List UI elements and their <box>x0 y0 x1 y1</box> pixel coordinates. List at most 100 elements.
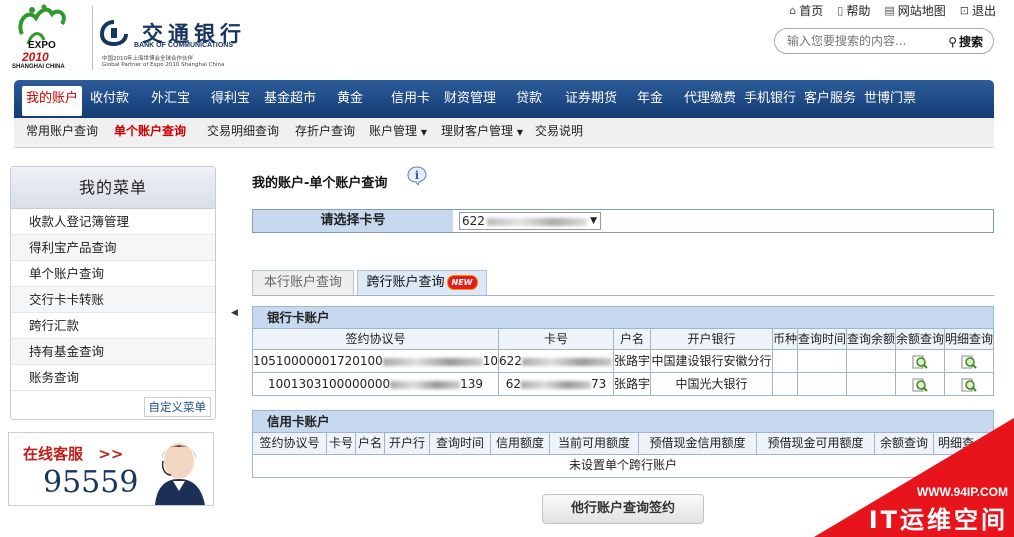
card-select-label: 请选择卡号 <box>253 210 453 232</box>
expo-logo: EXPO 2010 SHANGHAI CHINA <box>8 4 86 74</box>
table-row-2-detail-query <box>945 373 993 396</box>
chevron-down-icon: ▼ <box>516 128 523 137</box>
nav-item-forex[interactable]: 外汇宝 <box>151 80 190 118</box>
table-row-1-currency <box>773 350 798 373</box>
col-card-no: 卡号 <box>499 329 614 350</box>
nav-item-bill-pay[interactable]: 代理缴费 <box>684 80 736 118</box>
agreement-suffix: 1006 <box>482 354 499 368</box>
table-row-1-card: 622 <box>499 350 614 373</box>
nav-item-loans[interactable]: 贷款 <box>516 80 542 118</box>
nav-item-annuity[interactable]: 年金 <box>637 80 663 118</box>
expo-year: 2010 <box>22 50 49 64</box>
subnav-account-management-label: 账户管理 <box>369 124 418 138</box>
magnifier-icon[interactable] <box>912 377 928 393</box>
sitemap-link[interactable]: ▤ 网站地图 <box>884 2 945 19</box>
col-query-balance: 查询余额 <box>847 329 896 350</box>
nav-item-customer-service[interactable]: 客户服务 <box>804 80 856 118</box>
sitemap-icon: ▤ <box>884 4 895 17</box>
cc-col-bank: 开户行 <box>385 433 430 455</box>
masked-card-number <box>486 217 587 226</box>
nav-item-treasury[interactable]: 财资管理 <box>444 80 496 118</box>
other-bank-query-signup-button[interactable]: 他行账户查询签约 <box>542 494 704 524</box>
watermark: WWW.94IP.COM IT运维空间 <box>814 418 1014 537</box>
search-input[interactable] <box>787 33 937 49</box>
customize-menu-button[interactable]: 自定义菜单 <box>143 397 211 417</box>
cc-col-credit-limit: 信用额度 <box>491 433 550 455</box>
sidebar-item-payee-register[interactable]: 收款人登记簿管理 <box>11 209 215 235</box>
table-row-2-balance <box>847 373 896 396</box>
collapse-sidebar-icon[interactable]: ◀ <box>231 308 238 318</box>
home-icon: ⌂ <box>789 4 797 17</box>
bank-name-en: BANK OF COMMUNICATIONS <box>134 42 234 49</box>
sidebar-item-delibao-products[interactable]: 得利宝产品查询 <box>11 235 215 261</box>
cc-col-agreement-no: 签约协议号 <box>253 433 327 455</box>
service-arrows: >> <box>98 445 124 463</box>
watermark-url: WWW.94IP.COM <box>917 485 1008 499</box>
nav-item-delibao[interactable]: 得利宝 <box>211 80 250 118</box>
svg-text:i: i <box>415 169 419 182</box>
nav-item-my-account[interactable]: 我的账户 <box>22 86 83 116</box>
subnav-transaction-details[interactable]: 交易明细查询 <box>207 118 279 146</box>
col-bank: 开户银行 <box>651 329 773 350</box>
nav-item-expo-tickets[interactable]: 世博门票 <box>864 80 916 118</box>
tab-own-bank-query[interactable]: 本行账户查询 <box>252 270 354 295</box>
info-icon[interactable]: i <box>407 166 427 186</box>
col-currency: 币种 <box>773 329 798 350</box>
table-row-2-balance-query <box>896 373 945 396</box>
nav-item-securities[interactable]: 证券期货 <box>565 80 617 118</box>
table-row-1-detail-query <box>945 350 993 373</box>
table-row-2-currency <box>773 373 798 396</box>
sidebar-item-interbank-remit[interactable]: 跨行汇款 <box>11 313 215 339</box>
sitemap-link-label: 网站地图 <box>897 4 946 18</box>
service-label: 在线客服 >> <box>23 443 123 464</box>
nav-item-credit-card[interactable]: 信用卡 <box>391 80 430 118</box>
logout-link-label: 退出 <box>971 4 996 18</box>
cc-col-query-time: 查询时间 <box>430 433 491 455</box>
col-detail-inquiry: 明细查询 <box>945 329 993 350</box>
masked-card <box>521 380 591 389</box>
bank-logo[interactable]: 交通银行 BANK OF COMMUNICATIONS 中国2010年上海世博会… <box>100 18 270 74</box>
sub-nav: 常用账户查询 单个账户查询 交易明细查询 存折户查询 账户管理 ▼ 理财客户管理… <box>14 118 994 148</box>
nav-item-payments[interactable]: 收付款 <box>90 80 129 118</box>
table-row-1-name: 张路宇 <box>614 350 651 373</box>
sidebar-item-card-transfer[interactable]: 交行卡卡转账 <box>11 287 215 313</box>
nav-item-mobile-bank[interactable]: 手机银行 <box>744 80 796 118</box>
subnav-passbook[interactable]: 存折户查询 <box>295 118 355 146</box>
subnav-account-management[interactable]: 账户管理 ▼ <box>369 118 427 146</box>
nav-item-gold[interactable]: 黄金 <box>337 80 363 118</box>
subnav-frequent-accounts[interactable]: 常用账户查询 <box>26 118 98 146</box>
nav-item-fund-market[interactable]: 基金超市 <box>264 80 316 118</box>
home-link[interactable]: ⌂ 首页 <box>789 2 823 19</box>
service-agent-icon <box>155 443 205 505</box>
top-links: ⌂ 首页 ▯ 帮助 ▤ 网站地图 ⊡ 退出 <box>789 2 996 19</box>
online-service-banner[interactable]: 在线客服 >> 95559 <box>8 432 214 506</box>
card-number-select[interactable]: 622 ▼ <box>459 212 601 230</box>
sidebar-item-account-query[interactable]: 账务查询 <box>11 365 215 391</box>
table-row-1-balance-query <box>896 350 945 373</box>
masked-card <box>521 357 612 366</box>
magnifier-icon[interactable] <box>961 377 977 393</box>
bocom-logo-icon <box>100 20 128 46</box>
logout-link[interactable]: ⊡ 退出 <box>960 2 996 19</box>
table-row-1-time <box>798 350 847 373</box>
chevron-down-icon: ▼ <box>420 128 427 137</box>
table-row-2-name: 张路宇 <box>614 373 651 396</box>
sidebar-item-fund-holdings[interactable]: 持有基金查询 <box>11 339 215 365</box>
card-suffix: 73 <box>591 377 607 391</box>
subnav-instructions[interactable]: 交易说明 <box>535 118 583 146</box>
col-balance-inquiry: 余额查询 <box>896 329 945 350</box>
home-link-label: 首页 <box>799 4 824 18</box>
subnav-single-account[interactable]: 单个账户查询 <box>114 118 186 146</box>
sidebar-title: 我的菜单 <box>11 167 215 209</box>
table-row-2-card: 62 73 <box>499 373 614 396</box>
subnav-wealth-management[interactable]: 理财客户管理 ▼ <box>441 118 523 146</box>
sidebar-item-single-account[interactable]: 单个账户查询 <box>11 261 215 287</box>
tab-baseline <box>252 295 994 296</box>
magnifier-icon[interactable] <box>912 354 928 370</box>
tab-interbank-query[interactable]: 跨行账户查询 NEW <box>357 270 487 295</box>
cc-col-cash-advance-limit: 预借现金信用额度 <box>639 433 757 455</box>
magnifier-icon[interactable] <box>961 354 977 370</box>
help-link[interactable]: ▯ 帮助 <box>837 2 870 19</box>
table-row-1-balance <box>847 350 896 373</box>
search-button[interactable]: ⚲ 搜索 <box>948 33 983 50</box>
